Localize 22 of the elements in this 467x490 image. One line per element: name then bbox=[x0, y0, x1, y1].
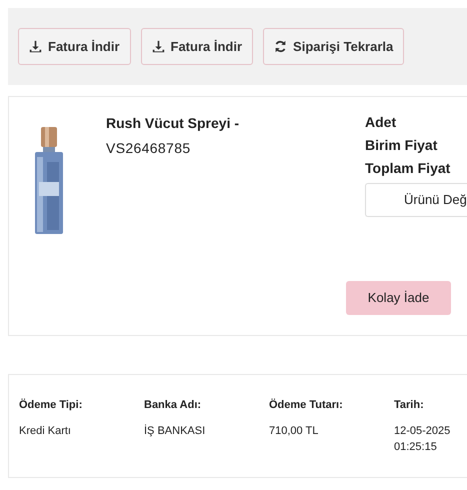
refresh-icon bbox=[274, 40, 288, 53]
reorder-button[interactable]: Siparişi Tekrarla bbox=[263, 28, 404, 65]
download-icon bbox=[152, 40, 165, 53]
download-invoice-button[interactable]: Fatura İndir bbox=[18, 28, 131, 65]
payment-value: 01:25:15 bbox=[394, 440, 438, 455]
price-label: Toplam Fiyat bbox=[365, 159, 452, 178]
download-icon bbox=[29, 40, 42, 53]
payment-value: 12-05-2025 bbox=[394, 424, 452, 439]
change-product-button[interactable]: Ürünü Değ bbox=[365, 183, 467, 217]
product-code: VS26468785 bbox=[106, 139, 192, 158]
price-label: Adet bbox=[365, 113, 398, 132]
download-invoice-button[interactable]: Fatura İndir bbox=[140, 28, 254, 65]
payment-heading: Ödeme Tipi: bbox=[19, 398, 84, 413]
payment-heading: Banka Adı: bbox=[144, 398, 202, 413]
payment-heading: Tarih: bbox=[394, 398, 425, 413]
payment-value: İŞ BANKASI bbox=[144, 424, 206, 439]
easy-return-button[interactable]: Kolay İade bbox=[346, 281, 451, 315]
product-name: Rush Vücut Spreyi - bbox=[106, 114, 240, 133]
payment-value: Kredi Kartı bbox=[19, 424, 72, 439]
price-label: Birim Fiyat bbox=[365, 136, 438, 155]
payment-heading: Ödeme Tutarı: bbox=[269, 398, 344, 413]
payment-value: 710,00 TL bbox=[269, 424, 320, 439]
